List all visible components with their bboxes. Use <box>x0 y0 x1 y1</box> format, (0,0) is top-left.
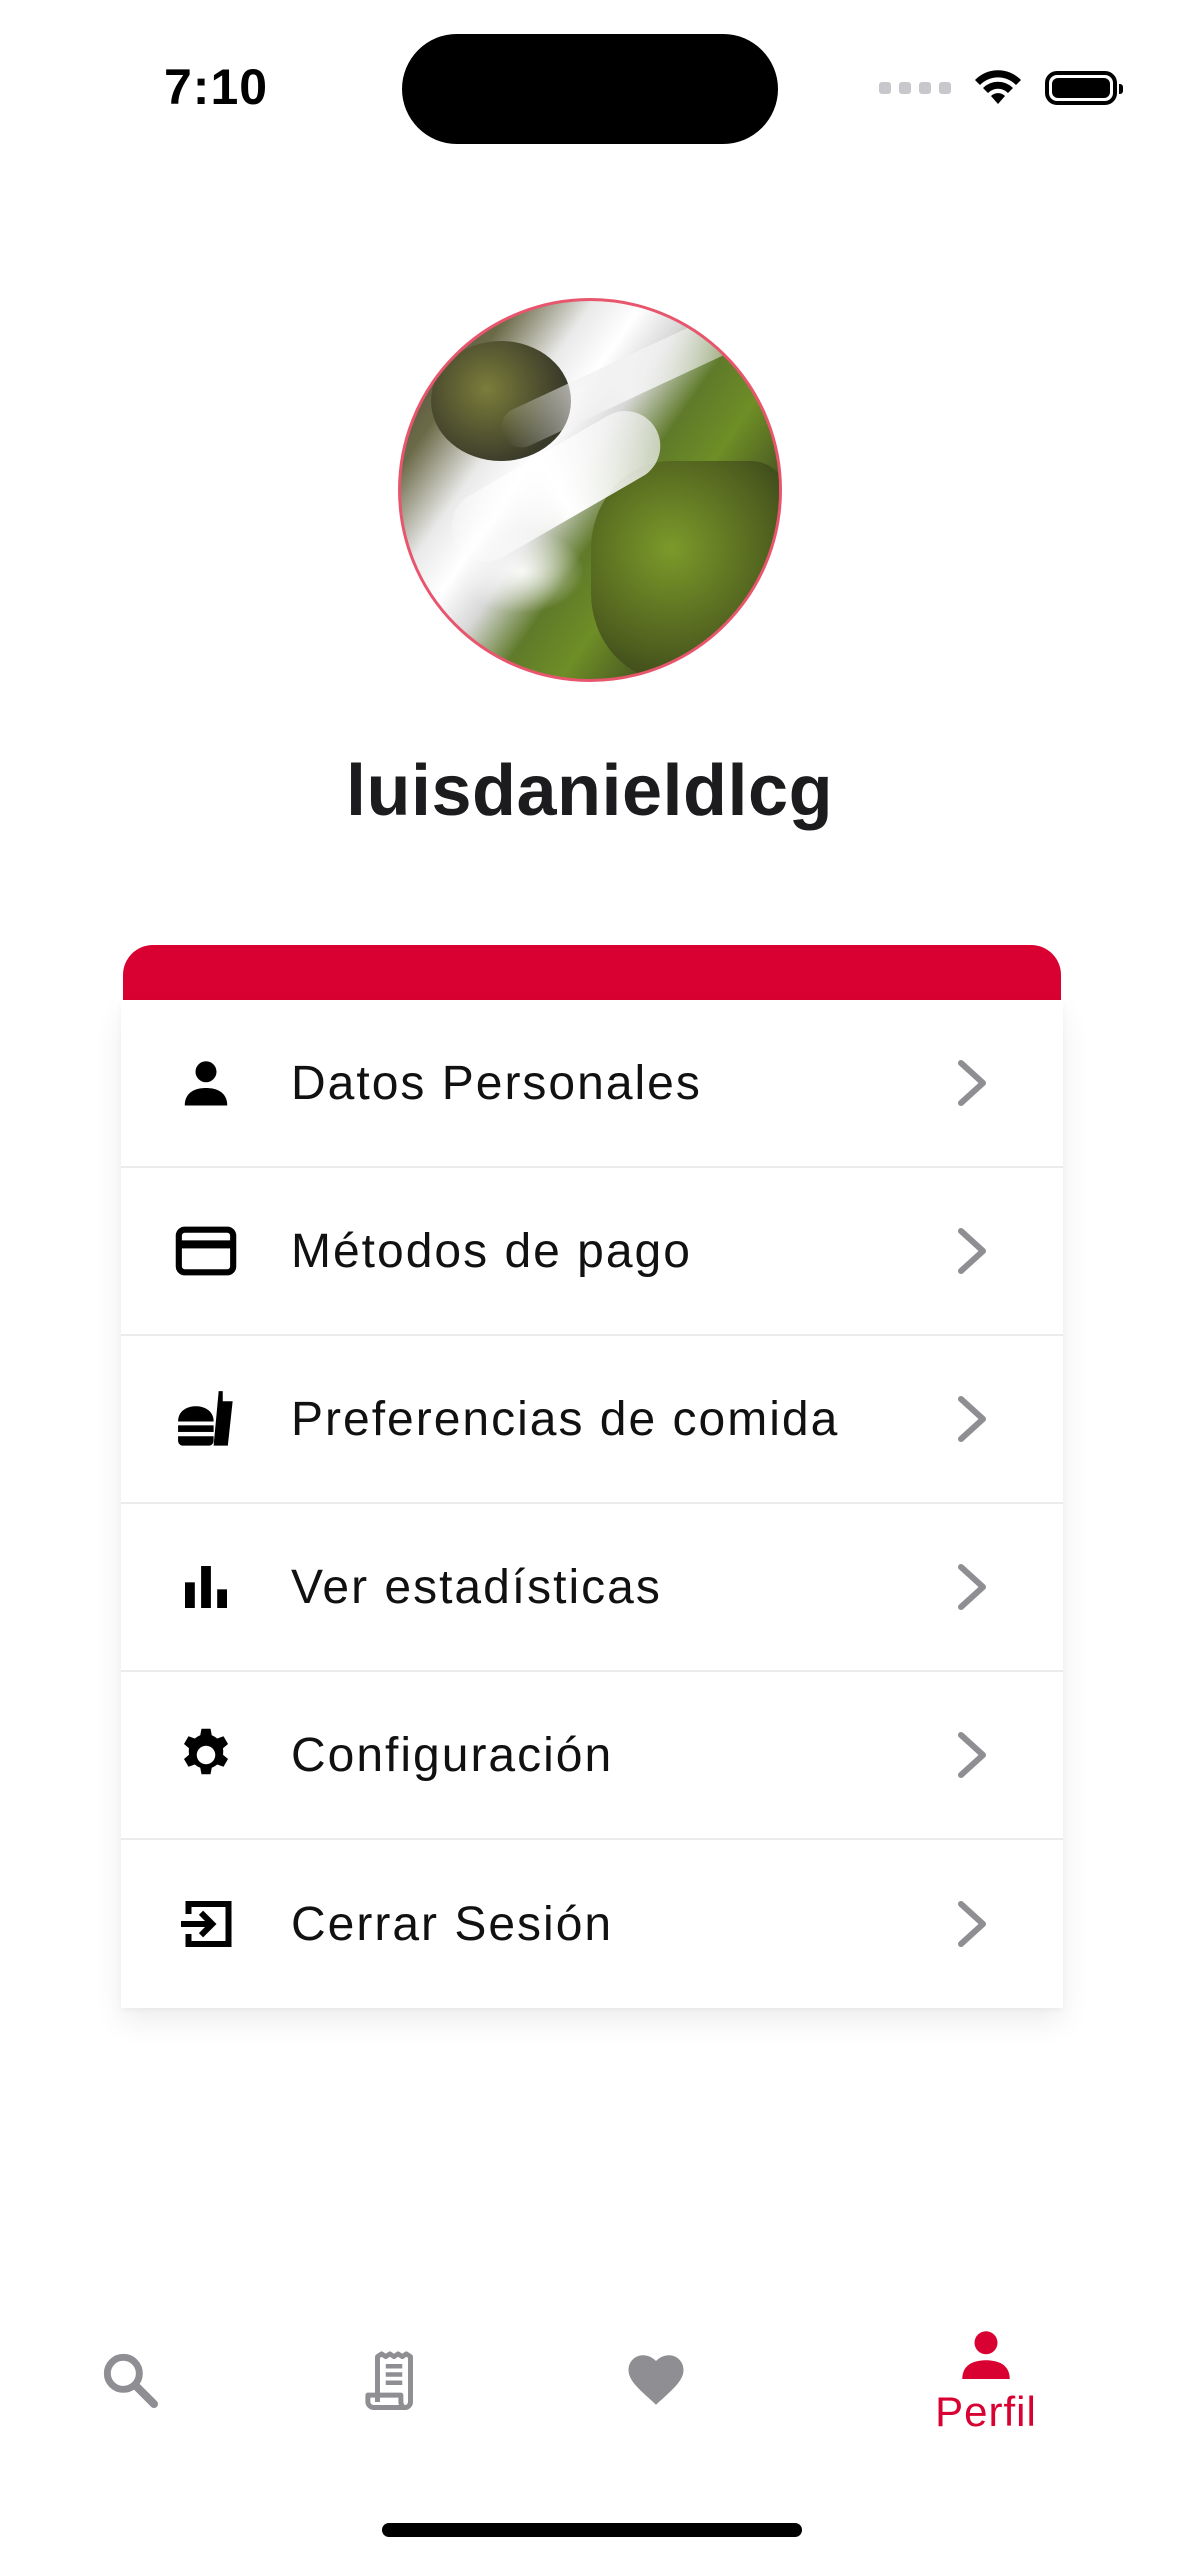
menu-item-label: Preferencias de comida <box>291 1392 840 1446</box>
person-icon <box>962 2331 1010 2379</box>
dynamic-island <box>402 34 778 144</box>
menu-item-metodos-de-pago[interactable]: Métodos de pago <box>121 1168 1063 1336</box>
credit-card-icon <box>173 1218 239 1284</box>
menu-item-cerrar-sesion[interactable]: Cerrar Sesión <box>121 1840 1063 2008</box>
heart-icon <box>628 2355 684 2405</box>
wifi-icon <box>975 70 1021 104</box>
cellular-signal-icon <box>879 82 951 94</box>
menu-item-preferencias-de-comida[interactable]: Preferencias de comida <box>121 1336 1063 1504</box>
gear-icon <box>173 1722 239 1788</box>
tab-favorites[interactable] <box>556 2290 756 2470</box>
chevron-right-icon <box>958 1396 986 1442</box>
status-indicators <box>879 66 1123 110</box>
chevron-right-icon <box>958 1901 986 1947</box>
fastfood-icon <box>173 1386 239 1452</box>
menu-item-datos-personales[interactable]: Datos Personales <box>121 1000 1063 1168</box>
menu-item-label: Configuración <box>291 1728 614 1782</box>
menu-item-configuracion[interactable]: Configuración <box>121 1672 1063 1840</box>
menu-item-label: Cerrar Sesión <box>291 1897 614 1951</box>
menu-item-label: Ver estadísticas <box>291 1560 662 1614</box>
chevron-right-icon <box>958 1564 986 1610</box>
chevron-right-icon <box>958 1228 986 1274</box>
battery-icon <box>1045 71 1123 105</box>
chevron-right-icon <box>958 1732 986 1778</box>
menu-item-ver-estadisticas[interactable]: Ver estadísticas <box>121 1504 1063 1672</box>
bar-chart-icon <box>173 1554 239 1620</box>
profile-username: luisdanieldlcg <box>345 751 834 831</box>
menu-item-label: Datos Personales <box>291 1056 702 1110</box>
search-icon <box>103 2353 158 2408</box>
tab-bar: Perfil <box>0 2290 1179 2470</box>
home-indicator[interactable] <box>382 2523 802 2537</box>
menu-item-label: Métodos de pago <box>291 1224 692 1278</box>
chevron-right-icon <box>958 1060 986 1106</box>
menu-card-header <box>123 945 1061 1001</box>
receipt-icon <box>365 2351 413 2410</box>
status-time: 7:10 <box>164 59 269 115</box>
profile-avatar[interactable] <box>398 298 782 682</box>
tab-label: Perfil <box>935 2388 1037 2435</box>
tab-profile[interactable]: Perfil <box>886 2290 1086 2470</box>
profile-menu: Datos Personales Métodos de pago Prefere… <box>121 1000 1063 2008</box>
logout-icon <box>173 1891 239 1957</box>
person-icon <box>173 1050 239 1116</box>
tab-search[interactable] <box>30 2290 230 2470</box>
tab-orders[interactable] <box>294 2290 494 2470</box>
